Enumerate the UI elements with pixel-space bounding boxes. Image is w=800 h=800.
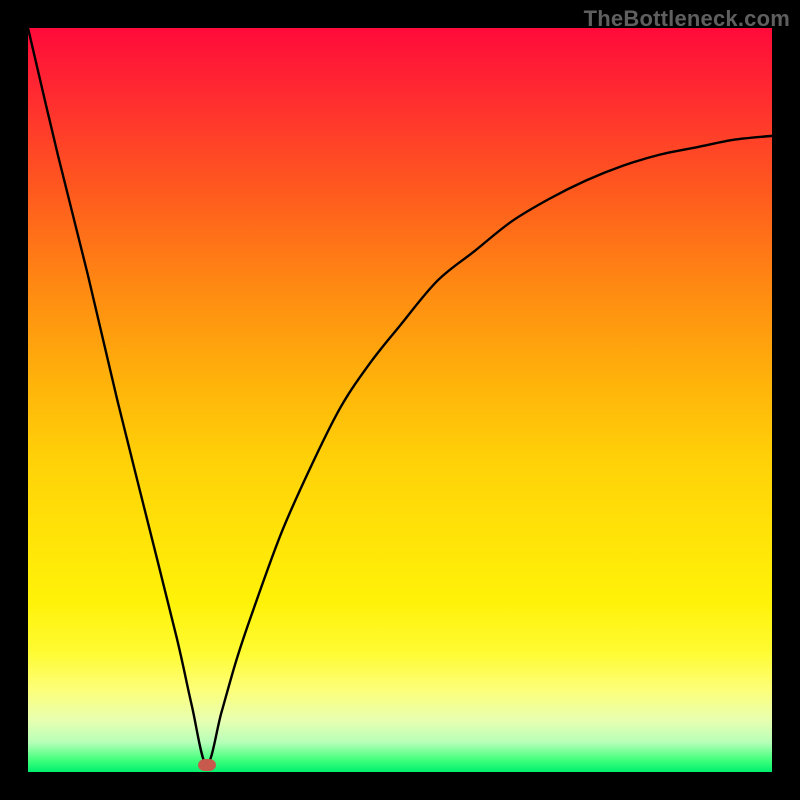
bottleneck-curve [28,28,772,772]
minimum-marker [198,759,216,771]
chart-plot-area [28,28,772,772]
chart-frame: TheBottleneck.com [0,0,800,800]
